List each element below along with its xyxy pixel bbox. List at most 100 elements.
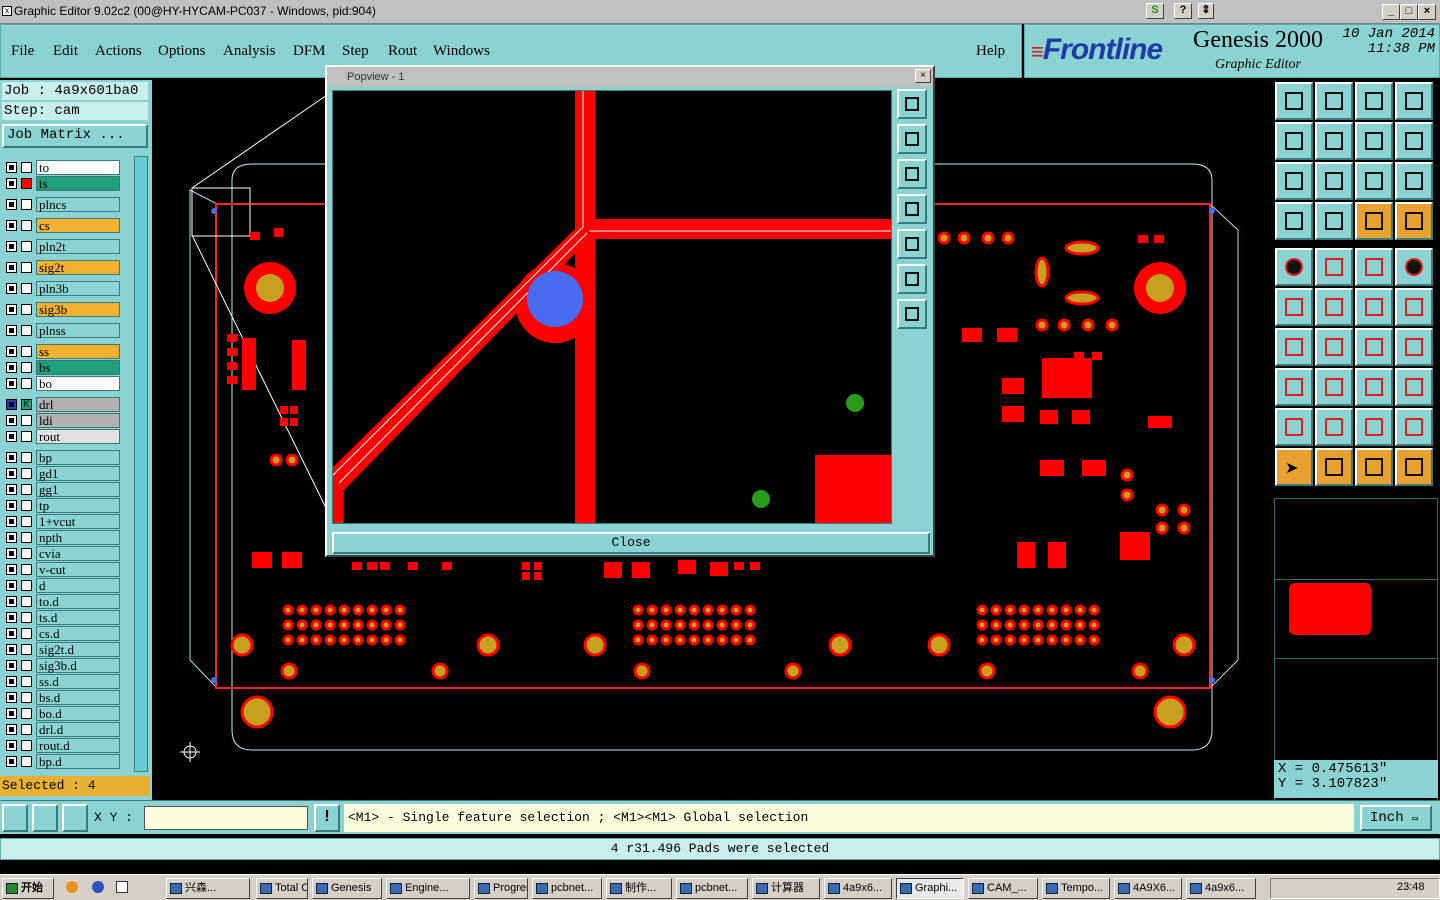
layer-checkbox[interactable]	[6, 304, 17, 315]
tray-s-icon[interactable]: S	[1146, 3, 1164, 19]
layer-row-npth[interactable]: npth	[4, 530, 120, 545]
menu-dfm[interactable]: DFM	[293, 43, 326, 60]
taskbar-item[interactable]: Genesis	[312, 878, 382, 899]
layer-row-bs.d[interactable]: bs.d	[4, 690, 120, 705]
home-icon[interactable]	[1355, 82, 1393, 120]
select-icon[interactable]	[1315, 448, 1353, 486]
minimize-button[interactable]: _	[1382, 4, 1400, 20]
layer-work-marker[interactable]	[21, 660, 32, 671]
triangle-b-icon[interactable]	[1315, 408, 1353, 446]
layer-row-rout.d[interactable]: rout.d	[4, 738, 120, 753]
layer-work-marker[interactable]	[21, 415, 32, 426]
triangle-d-icon[interactable]	[1395, 408, 1433, 446]
copy-icon[interactable]	[1395, 288, 1433, 326]
layer-checkbox[interactable]	[6, 452, 17, 463]
layer-row-sig3b.d[interactable]: sig3b.d	[4, 658, 120, 673]
circle-icon[interactable]	[1395, 248, 1433, 286]
layer-work-marker[interactable]	[21, 692, 32, 703]
layer-row-v-cut[interactable]: v-cut	[4, 562, 120, 577]
layer-row-gd1[interactable]: gd1	[4, 466, 120, 481]
triangle-c-icon[interactable]	[1355, 408, 1393, 446]
layer-checkbox[interactable]	[6, 346, 17, 357]
popview-close-button[interactable]: Close	[332, 532, 930, 554]
tools-icon[interactable]	[1275, 202, 1313, 240]
layer-checkbox[interactable]	[6, 468, 17, 479]
pv-right-icon[interactable]	[897, 229, 927, 259]
layer-row-ss[interactable]: ss	[4, 344, 120, 359]
taskbar-item[interactable]: Total C...	[256, 878, 308, 899]
line-icon[interactable]	[1315, 248, 1353, 286]
layer-a-icon[interactable]	[1355, 202, 1393, 240]
layer-checkbox[interactable]	[6, 431, 17, 442]
browser-icon[interactable]	[92, 881, 104, 893]
layer-row-sig2t[interactable]: sig2t	[4, 260, 120, 275]
slope-icon[interactable]	[1275, 328, 1313, 366]
layer-row-bs[interactable]: bs	[4, 360, 120, 375]
layer-work-marker[interactable]	[21, 325, 32, 336]
layer-row-d[interactable]: d	[4, 578, 120, 593]
menu-file[interactable]: File	[11, 43, 34, 60]
measure-icon[interactable]	[32, 804, 58, 832]
layer-work-marker[interactable]	[21, 468, 32, 479]
layer-checkbox[interactable]	[6, 283, 17, 294]
corner-icon[interactable]	[1275, 368, 1313, 406]
layer-row-1+vcut[interactable]: 1+vcut	[4, 514, 120, 529]
stretch-icon[interactable]	[1355, 368, 1393, 406]
layer-work-marker[interactable]	[21, 580, 32, 591]
layer-row-ss.d[interactable]: ss.d	[4, 674, 120, 689]
text-icon[interactable]	[1355, 248, 1393, 286]
taskbar-item[interactable]: CAM_...	[968, 878, 1038, 899]
layer-row-plnss[interactable]: plnss	[4, 323, 120, 338]
layer-row-tp[interactable]: tp	[4, 498, 120, 513]
layer-work-marker[interactable]	[21, 564, 32, 575]
layer-work-marker[interactable]	[21, 740, 32, 751]
connect-icon[interactable]	[1275, 288, 1313, 326]
layer-work-marker[interactable]	[21, 612, 32, 623]
taskbar-item[interactable]: 4a9x6...	[1186, 878, 1256, 899]
layer-work-marker[interactable]	[21, 199, 32, 210]
warning-icon[interactable]: !	[314, 804, 340, 832]
layer-checkbox[interactable]	[6, 325, 17, 336]
taskbar-item[interactable]: 4A9X6...	[1114, 878, 1182, 899]
move-icon[interactable]	[1355, 288, 1393, 326]
job-matrix-button[interactable]: Job Matrix ...	[2, 124, 148, 148]
layer-work-marker[interactable]	[21, 596, 32, 607]
snap-icon[interactable]	[2, 804, 28, 832]
taskbar-item[interactable]: Graphi...	[896, 878, 964, 899]
layer-work-marker[interactable]	[21, 431, 32, 442]
pv-fit-icon[interactable]	[897, 264, 927, 294]
layer-checkbox[interactable]	[6, 548, 17, 559]
layer-row-ts.d[interactable]: ts.d	[4, 610, 120, 625]
layer-row-drl[interactable]: Kdrl	[4, 397, 120, 412]
layer-checkbox[interactable]	[6, 162, 17, 173]
taskbar-item[interactable]: 计算器	[752, 878, 820, 899]
layer-checkbox[interactable]	[6, 399, 17, 410]
menu-analysis[interactable]: Analysis	[223, 43, 276, 60]
layer-checkbox[interactable]	[6, 484, 17, 495]
layer-row-drl.d[interactable]: drl.d	[4, 722, 120, 737]
layer-work-marker[interactable]	[21, 708, 32, 719]
pan-left-icon[interactable]	[1275, 122, 1313, 160]
layer-work-marker[interactable]	[21, 220, 32, 231]
layer-row-gg1[interactable]: gg1	[4, 482, 120, 497]
layer-checkbox[interactable]	[6, 612, 17, 623]
layer-work-marker[interactable]	[21, 241, 32, 252]
arc-icon[interactable]	[1355, 328, 1393, 366]
help-icon[interactable]: ?	[1174, 3, 1192, 19]
zoom-area-icon[interactable]	[1275, 162, 1313, 200]
xy-input[interactable]	[144, 806, 308, 830]
taskbar-item[interactable]: Progress	[474, 878, 528, 899]
layer-checkbox[interactable]	[6, 740, 17, 751]
layer-checkbox[interactable]	[6, 580, 17, 591]
layer-work-marker[interactable]	[21, 262, 32, 273]
taskbar-item[interactable]: pcbnet...	[676, 878, 748, 899]
grid-toggle-icon[interactable]	[1315, 202, 1353, 240]
popview-canvas[interactable]	[332, 90, 892, 524]
rotate-icon[interactable]	[1395, 328, 1433, 366]
layer-checkbox[interactable]	[6, 692, 17, 703]
maximize-button[interactable]: □	[1400, 4, 1418, 20]
layer-row-ts[interactable]: ts	[4, 176, 120, 191]
layer-row-cs[interactable]: cs	[4, 218, 120, 233]
layer-checkbox[interactable]	[6, 532, 17, 543]
layer-work-marker[interactable]: K	[21, 399, 32, 410]
